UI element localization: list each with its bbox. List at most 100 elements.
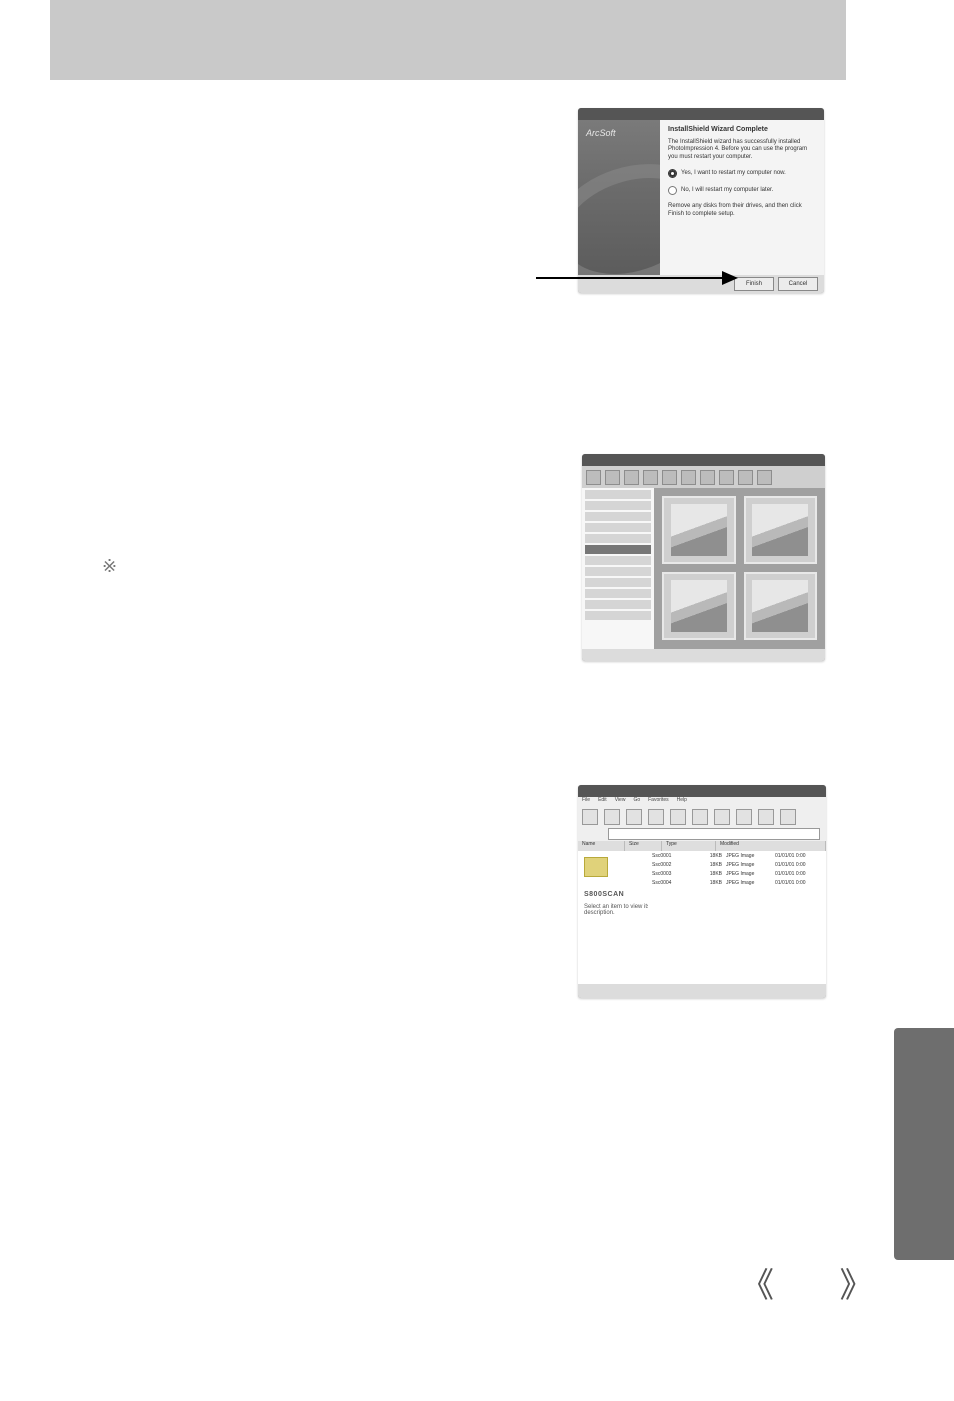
scanner-file-list[interactable]: Ssc0001 18KB JPEG Image 01/01/01 0:00 Ss…: [648, 851, 826, 984]
tree-node[interactable]: [585, 523, 651, 532]
folder-icon: [584, 857, 608, 877]
delete-icon[interactable]: [736, 809, 752, 825]
wizard-option-restart-later-label: No, I will restart my computer later.: [681, 187, 773, 195]
page-header: [50, 0, 846, 80]
radio-icon: [668, 186, 677, 195]
wizard-option-restart-later[interactable]: No, I will restart my computer later.: [668, 186, 816, 195]
tree-node[interactable]: [585, 567, 651, 576]
wizard-content: InstallShield Wizard Complete The Instal…: [660, 120, 824, 275]
toolbar-icon[interactable]: [605, 470, 620, 485]
wizard-option-restart-now[interactable]: Yes, I want to restart my computer now.: [668, 169, 816, 178]
thumbnail-image: [671, 504, 727, 555]
tree-node[interactable]: [585, 501, 651, 510]
scanner-toolbar: [578, 807, 826, 827]
note-symbol: ※: [102, 556, 117, 577]
toolbar-icon[interactable]: [757, 470, 772, 485]
address-field[interactable]: [608, 828, 820, 840]
tree-node[interactable]: [585, 578, 651, 587]
file-row[interactable]: Ssc0004 18KB JPEG Image 01/01/01 0:00: [648, 878, 826, 887]
screenshot-install-wizard: ArcSoft InstallShield Wizard Complete Th…: [578, 108, 824, 293]
wizard-brand: ArcSoft: [586, 128, 616, 138]
scanner-menubar[interactable]: File Edit View Go Favorites Help: [578, 797, 826, 807]
toolbar-icon[interactable]: [719, 470, 734, 485]
wizard-heading: InstallShield Wizard Complete: [668, 126, 816, 135]
col-size[interactable]: Size: [625, 841, 662, 851]
toolbar-icon[interactable]: [700, 470, 715, 485]
forward-icon[interactable]: [604, 809, 620, 825]
cut-icon[interactable]: [648, 809, 664, 825]
toolbar-icon[interactable]: [662, 470, 677, 485]
file-type: JPEG Image: [722, 853, 771, 859]
toolbar-icon[interactable]: [586, 470, 601, 485]
scanner-status-bar: [578, 984, 826, 998]
page-number-brackets: 《 》: [740, 1258, 901, 1307]
file-size: 18KB: [690, 871, 722, 877]
thumbnail-image: [752, 504, 808, 555]
browser-folder-tree[interactable]: [582, 488, 655, 649]
tree-node[interactable]: [585, 611, 651, 620]
copy-icon[interactable]: [670, 809, 686, 825]
cancel-button[interactable]: Cancel: [778, 277, 818, 291]
toolbar-icon[interactable]: [681, 470, 696, 485]
file-name: Ssc0001: [648, 853, 690, 859]
file-mod: 01/01/01 0:00: [771, 853, 826, 859]
file-row[interactable]: Ssc0002 18KB JPEG Image 01/01/01 0:00: [648, 860, 826, 869]
scanner-address-bar: [578, 827, 826, 841]
back-icon[interactable]: [582, 809, 598, 825]
file-type: JPEG Image: [722, 871, 771, 877]
tree-node[interactable]: [585, 534, 651, 543]
wizard-body-2: Remove any disks from their drives, and …: [668, 203, 816, 218]
scanner-titlebar: [578, 785, 826, 797]
toolbar-icon[interactable]: [738, 470, 753, 485]
menu-item[interactable]: View: [615, 797, 626, 807]
menu-item[interactable]: Favorites: [648, 797, 669, 807]
col-mod[interactable]: Modified: [716, 841, 826, 851]
wizard-option-restart-now-label: Yes, I want to restart my computer now.: [681, 170, 786, 178]
file-mod: 01/01/01 0:00: [771, 871, 826, 877]
file-size: 18KB: [690, 853, 722, 859]
file-name: Ssc0002: [648, 862, 690, 868]
tree-node[interactable]: [585, 589, 651, 598]
menu-item[interactable]: Edit: [598, 797, 607, 807]
file-mod: 01/01/01 0:00: [771, 862, 826, 868]
col-name[interactable]: Name: [578, 841, 625, 851]
tree-node[interactable]: [585, 556, 651, 565]
tree-node[interactable]: [585, 600, 651, 609]
paste-icon[interactable]: [692, 809, 708, 825]
wizard-side-art: ArcSoft: [578, 120, 660, 275]
thumbnail[interactable]: [662, 572, 736, 640]
file-type: JPEG Image: [722, 862, 771, 868]
browser-titlebar: [582, 454, 825, 466]
up-icon[interactable]: [626, 809, 642, 825]
col-type[interactable]: Type: [662, 841, 716, 851]
file-name: Ssc0003: [648, 871, 690, 877]
thumbnail[interactable]: [744, 572, 818, 640]
file-type: JPEG Image: [722, 880, 771, 886]
menu-item[interactable]: Help: [677, 797, 687, 807]
menu-item[interactable]: File: [582, 797, 590, 807]
wizard-titlebar: [578, 108, 824, 120]
views-icon[interactable]: [780, 809, 796, 825]
file-row[interactable]: Ssc0001 18KB JPEG Image 01/01/01 0:00: [648, 851, 826, 860]
undo-icon[interactable]: [714, 809, 730, 825]
tree-node-selected[interactable]: [585, 545, 651, 554]
scanner-folder-title: S800SCAN: [584, 891, 654, 898]
properties-icon[interactable]: [758, 809, 774, 825]
thumbnail-image: [752, 580, 808, 631]
browser-toolbar: [582, 466, 825, 488]
finish-button[interactable]: Finish: [734, 277, 774, 291]
screenshot-scanner-folder: File Edit View Go Favorites Help Name Si…: [578, 785, 826, 998]
scanner-left-sub: Select an item to view its description.: [584, 904, 654, 916]
tree-node[interactable]: [585, 490, 651, 499]
thumbnail[interactable]: [662, 496, 736, 564]
scanner-column-headers[interactable]: Name Size Type Modified: [578, 841, 826, 851]
tree-node[interactable]: [585, 512, 651, 521]
arrow-head-icon: [722, 271, 738, 285]
file-row[interactable]: Ssc0003 18KB JPEG Image 01/01/01 0:00: [648, 869, 826, 878]
toolbar-icon[interactable]: [624, 470, 639, 485]
toolbar-icon[interactable]: [643, 470, 658, 485]
thumbnail[interactable]: [744, 496, 818, 564]
menu-item[interactable]: Go: [633, 797, 640, 807]
file-mod: 01/01/01 0:00: [771, 880, 826, 886]
callout-arrow: [536, 277, 736, 279]
